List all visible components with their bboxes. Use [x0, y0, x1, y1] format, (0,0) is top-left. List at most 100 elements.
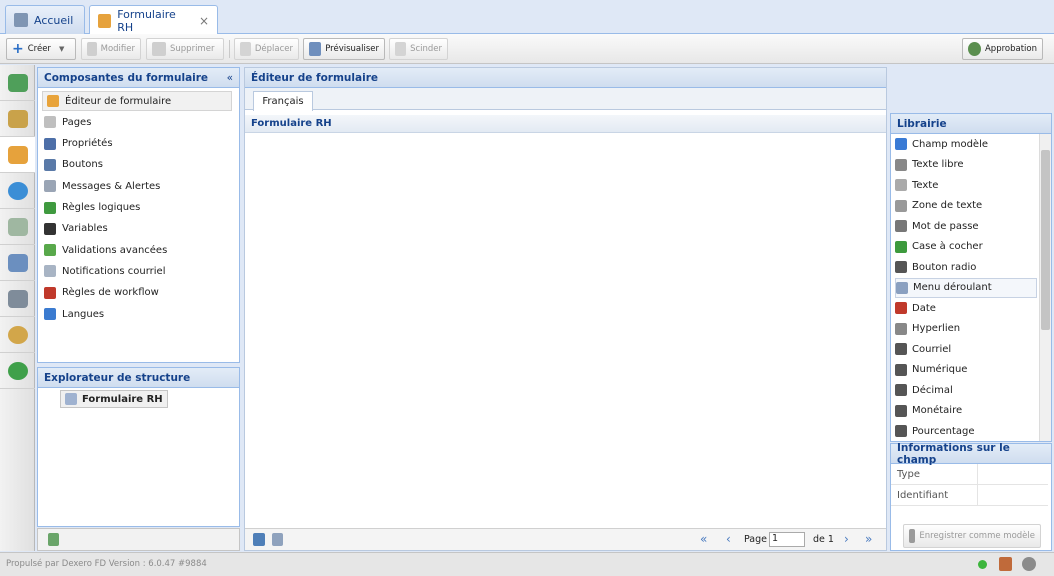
earth-icon	[7, 361, 28, 380]
properties-icon	[44, 137, 56, 150]
library-item[interactable]: Courriel	[895, 339, 951, 359]
checkbox-icon	[895, 240, 907, 253]
library-item[interactable]: Bouton radio	[895, 257, 976, 277]
library-item[interactable]: Pourcentage	[895, 421, 975, 441]
tab-francais[interactable]: Français	[253, 91, 313, 111]
database-icon[interactable]	[253, 533, 265, 546]
rail-item-eraser[interactable]	[0, 101, 35, 137]
modify-label: Modifier	[100, 44, 135, 54]
tree-root-node[interactable]: Formulaire RH	[60, 390, 168, 408]
save-icon	[909, 529, 916, 543]
form-canvas[interactable]	[247, 134, 884, 528]
form-icon	[65, 393, 77, 405]
rail-item-recycle[interactable]	[0, 65, 35, 101]
page-input[interactable]: 1	[769, 532, 805, 547]
rail-item-globe[interactable]	[0, 173, 35, 209]
library-item[interactable]: Hyperlien	[895, 319, 960, 339]
trash-icon[interactable]	[48, 533, 59, 546]
rail-item-form[interactable]	[0, 137, 35, 173]
preview-button[interactable]: Prévisualiser	[303, 38, 385, 60]
close-icon[interactable]: ×	[199, 14, 209, 28]
language-tab-strip: Français	[245, 88, 886, 111]
template-field-icon	[895, 138, 907, 150]
delete-button[interactable]: Supprimer	[146, 38, 224, 60]
component-item[interactable]: Règles de workflow	[44, 283, 159, 303]
rail-item-earth[interactable]	[0, 353, 35, 389]
component-item[interactable]: Variables	[44, 219, 108, 239]
component-item[interactable]: Règles logiques	[44, 198, 140, 218]
at-icon	[895, 343, 907, 355]
library-item-label: Case à cocher	[912, 241, 983, 252]
form-edit-icon	[47, 95, 59, 107]
recycle-icon	[7, 73, 28, 92]
email-icon	[44, 265, 56, 278]
settings-icon[interactable]	[1022, 557, 1036, 571]
last-page-icon[interactable]: »	[865, 532, 872, 546]
component-item[interactable]: Validations avancées	[44, 240, 167, 260]
split-icon	[395, 42, 407, 56]
tree-root-label: Formulaire RH	[82, 393, 163, 405]
component-item[interactable]: Messages & Alertes	[44, 176, 160, 196]
library-item[interactable]: Numérique	[895, 360, 967, 380]
component-item[interactable]: Langues	[44, 304, 104, 324]
create-button[interactable]: + Créer ▼	[6, 38, 76, 60]
logic-icon	[44, 201, 56, 214]
book-icon[interactable]	[999, 557, 1012, 571]
top-tab-bar: Accueil Formulaire RH ×	[0, 0, 1054, 35]
component-item[interactable]: Propriétés	[44, 134, 113, 154]
approval-button[interactable]: Approbation	[962, 38, 1043, 60]
toolbar: + Créer ▼ Modifier Supprimer Déplacer Pr…	[0, 34, 1054, 64]
chevron-down-icon[interactable]: ▼	[59, 45, 64, 53]
library-item[interactable]: Zone de texte	[895, 196, 982, 216]
component-item[interactable]: Notifications courriel	[44, 261, 165, 281]
language-icon	[44, 308, 56, 320]
component-item[interactable]: Boutons	[44, 155, 103, 175]
explorer-panel-header: Explorateur de structure	[38, 368, 239, 388]
split-button[interactable]: Scinder	[389, 38, 448, 60]
library-item-label: Monétaire	[912, 405, 963, 416]
text-icon	[895, 179, 907, 191]
export-icon[interactable]	[272, 533, 283, 546]
library-item[interactable]: Monétaire	[895, 401, 962, 421]
library-item[interactable]: Mot de passe	[895, 216, 979, 236]
library-panel-header: Librairie	[891, 114, 1051, 134]
library-item[interactable]: Case à cocher	[895, 237, 983, 257]
panel-title: Explorateur de structure	[44, 371, 191, 384]
rail-item-clock[interactable]	[0, 317, 35, 353]
structure-explorer-panel: Explorateur de structure Formulaire RH	[37, 367, 240, 527]
library-item-label: Numérique	[912, 364, 968, 375]
component-item[interactable]: Éditeur de formulaire	[42, 91, 232, 111]
scrollbar-thumb[interactable]	[1041, 150, 1050, 330]
panel-title: Éditeur de formulaire	[251, 71, 378, 84]
version-text: Propulsé par Dexero FD Version : 6.0.47 …	[6, 559, 207, 569]
library-item[interactable]: Texte	[895, 175, 938, 195]
rail-item-database[interactable]	[0, 245, 35, 281]
component-item-label: Messages & Alertes	[62, 180, 161, 192]
collapse-icon[interactable]: «	[227, 72, 233, 84]
save-as-template-button[interactable]: Enregistrer comme modèle	[903, 524, 1041, 548]
modify-button[interactable]: Modifier	[81, 38, 141, 60]
component-item[interactable]: Pages	[44, 112, 91, 132]
library-item[interactable]: Menu déroulant	[895, 277, 1037, 298]
library-item[interactable]: Champ modèle	[895, 134, 988, 154]
number-icon	[895, 363, 907, 376]
cell-divider	[977, 464, 978, 485]
first-page-icon[interactable]: «	[700, 532, 707, 546]
tab-accueil[interactable]: Accueil	[5, 5, 85, 34]
dropdown-icon	[896, 281, 908, 294]
rail-item-tools[interactable]	[0, 281, 35, 317]
field-info-header: Informations sur le champ	[891, 442, 1051, 466]
component-item-label: Règles de workflow	[62, 287, 159, 299]
form-edit-icon	[98, 13, 112, 28]
rail-item-image[interactable]	[0, 209, 35, 245]
library-item[interactable]: Décimal	[895, 380, 953, 400]
prev-page-icon[interactable]: ‹	[726, 532, 731, 546]
library-scrollbar[interactable]	[1039, 134, 1051, 441]
library-item[interactable]: Texte libre	[895, 155, 964, 175]
field-type-row: Type	[891, 464, 1048, 485]
left-nav-rail	[0, 65, 35, 551]
tab-formulaire-rh[interactable]: Formulaire RH ×	[89, 5, 218, 35]
next-page-icon[interactable]: ›	[844, 532, 849, 546]
move-button[interactable]: Déplacer	[234, 38, 299, 60]
library-item[interactable]: Date	[895, 298, 936, 318]
